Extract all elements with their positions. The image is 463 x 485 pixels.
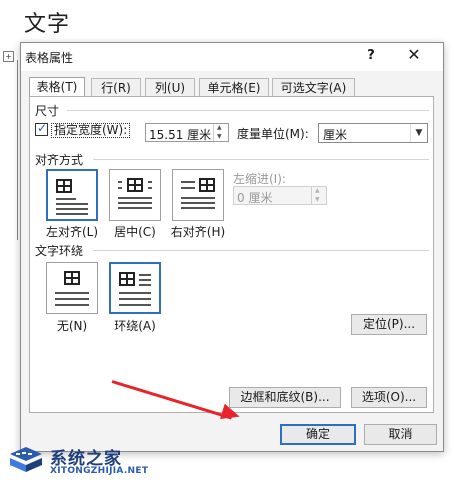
align-center-label: 居中(C) (114, 225, 156, 239)
tab-alt-text[interactable]: 可选文字(A) (272, 78, 355, 96)
text-line (139, 284, 151, 286)
indent-spinner[interactable]: 0 厘米 (233, 186, 327, 205)
measure-in-select[interactable]: 厘米 ▼ (318, 123, 428, 143)
text-line (148, 181, 152, 183)
table-border-line (17, 60, 18, 240)
checkmark-icon: ✓ (37, 121, 48, 135)
align-left-label: 左对齐(L) (45, 225, 99, 239)
table-icon (56, 179, 72, 193)
tab-column[interactable]: 列(U) (145, 78, 195, 96)
tab-cell[interactable]: 单元格(E) (199, 78, 269, 96)
text-line (56, 208, 88, 210)
watermark-url: XITONGZHIJIA.NET (50, 466, 149, 476)
tab-row[interactable]: 行(R) (91, 78, 141, 96)
watermark-logo-icon (10, 447, 42, 472)
cancel-button[interactable]: 取消 (364, 424, 437, 445)
align-right-option[interactable] (172, 169, 224, 221)
text-line (56, 203, 88, 205)
help-button[interactable]: ? (361, 48, 381, 66)
text-line (118, 202, 152, 204)
dialog-titlebar[interactable]: 表格属性 ? ✕ (21, 43, 443, 71)
text-line (119, 298, 151, 300)
preferred-width-label[interactable]: 指定宽度(W): (51, 123, 131, 138)
text-line (119, 292, 151, 294)
text-line (56, 198, 76, 200)
tab-panel (29, 96, 434, 413)
wrapping-section-label: 文字环绕 (35, 244, 84, 258)
options-button[interactable]: 选项(O)... (351, 387, 427, 408)
text-line (148, 187, 152, 189)
document-heading: 文字 (24, 12, 71, 37)
indent-value: 0 厘米 (237, 191, 273, 205)
text-line (181, 181, 195, 183)
align-right-label: 右对齐(H) (170, 225, 226, 239)
text-line (181, 202, 215, 204)
wrap-around-option[interactable] (109, 262, 161, 314)
borders-shading-button[interactable]: 边框和底纹(B)... (229, 387, 341, 408)
table-properties-dialog: 表格属性 ? ✕ 表格(T) 行(R) 列(U) 单元格(E) 可选文字(A) … (20, 42, 444, 452)
wrap-none-label: 无(N) (56, 319, 88, 333)
alignment-separator (93, 159, 429, 160)
size-separator (67, 110, 429, 111)
text-line (55, 304, 89, 306)
wrap-around-label: 环绕(A) (114, 319, 156, 333)
text-line (181, 187, 195, 189)
preferred-width-checkbox[interactable]: ✓ (35, 121, 48, 136)
text-line (55, 292, 89, 294)
text-line (139, 279, 151, 281)
wrapping-separator (93, 250, 429, 251)
size-section-label: 尺寸 (35, 104, 60, 118)
alignment-section-label: 对齐方式 (35, 153, 84, 167)
chevron-down-icon[interactable]: ▼ (410, 124, 427, 142)
text-line (181, 207, 215, 209)
text-line (55, 298, 89, 300)
watermark: 系统之家 XITONGZHIJIA.NET (8, 440, 158, 482)
measure-in-value: 厘米 (323, 128, 348, 142)
text-line (181, 197, 215, 199)
text-line (119, 304, 151, 306)
close-button[interactable]: ✕ (403, 45, 425, 67)
table-icon (119, 272, 135, 286)
indent-label: 左缩进(I): (233, 172, 286, 186)
text-line (118, 187, 122, 189)
width-value: 15.51 厘米 (149, 128, 212, 142)
text-line (139, 274, 151, 276)
text-line (56, 213, 88, 215)
tab-table[interactable]: 表格(T) (29, 77, 85, 97)
align-center-option[interactable] (109, 169, 161, 221)
wrap-none-option[interactable] (46, 262, 98, 314)
text-line (118, 197, 152, 199)
width-spinner[interactable]: 15.51 厘米 (145, 123, 229, 142)
spinner-arrows-icon[interactable] (213, 124, 228, 141)
table-move-handle[interactable]: + (3, 51, 14, 62)
text-line (118, 181, 122, 183)
spinner-arrows-icon[interactable] (311, 187, 326, 204)
dialog-title: 表格属性 (25, 51, 74, 65)
measure-in-label: 度量单位(M): (237, 127, 309, 141)
table-icon (199, 178, 215, 192)
ok-button[interactable]: 确定 (280, 424, 356, 445)
table-icon (127, 178, 143, 192)
positioning-button[interactable]: 定位(P)... (351, 314, 427, 335)
text-line (118, 207, 152, 209)
table-icon (64, 271, 80, 285)
align-left-option[interactable] (46, 169, 98, 221)
